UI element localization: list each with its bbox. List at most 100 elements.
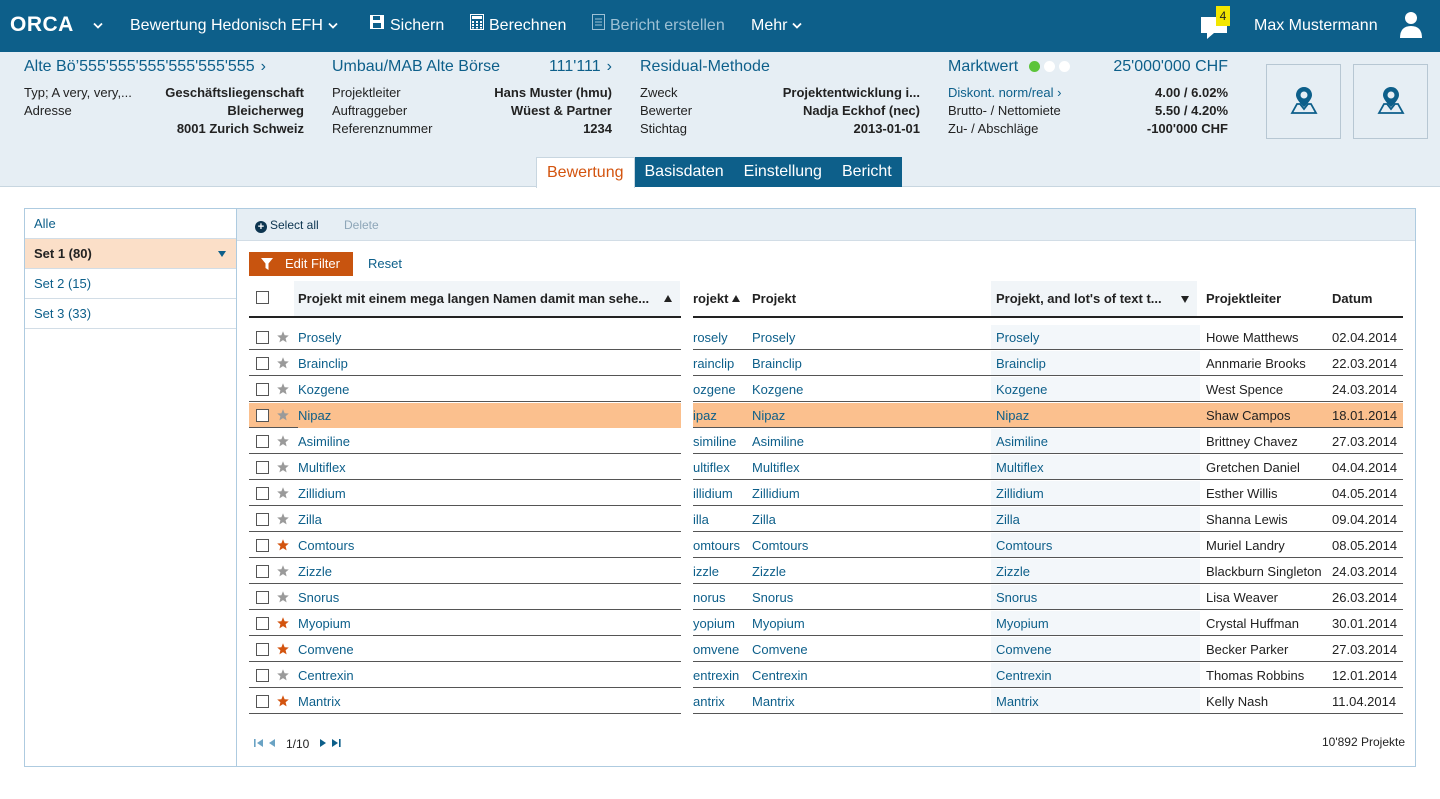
property-title-link[interactable]: Alte Bö’555'555'555'555'555'555 › <box>24 58 266 80</box>
table-row[interactable]: Multiflex ultiflex Multiflex Multiflex Gretc… <box>249 455 1403 481</box>
favorite-star-icon[interactable] <box>277 695 289 707</box>
project-text-cell[interactable]: Zillidium <box>991 481 1200 506</box>
column-header-project-partial[interactable]: rojekt <box>693 281 745 316</box>
tab-einstellung[interactable]: Einstellung <box>733 157 832 187</box>
project-long-cell[interactable]: Comvene <box>298 637 681 662</box>
project-partial-cell[interactable]: yopium <box>693 611 752 636</box>
last-page-icon[interactable] <box>331 737 341 751</box>
row-checkbox[interactable] <box>256 643 269 656</box>
favorite-star-icon[interactable] <box>277 487 289 499</box>
save-button[interactable]: Sichern <box>369 0 444 52</box>
favorite-star-icon[interactable] <box>277 357 289 369</box>
tab-bewertung[interactable]: Bewertung <box>536 157 635 188</box>
row-checkbox[interactable] <box>256 591 269 604</box>
column-header-project-long[interactable]: Projekt mit einem mega langen Namen dami… <box>294 281 680 316</box>
project-partial-cell[interactable]: ultiflex <box>693 455 752 480</box>
project-long-cell[interactable]: Zillidium <box>298 481 681 506</box>
column-header-project-text[interactable]: Projekt, and lot's of text t... <box>991 281 1197 316</box>
favorite-star-icon[interactable] <box>277 565 289 577</box>
next-page-icon[interactable] <box>319 737 327 751</box>
user-name[interactable]: Max Mustermann <box>1254 0 1378 52</box>
project-long-cell[interactable]: Myopium <box>298 611 681 636</box>
project-cell[interactable]: Centrexin <box>752 663 991 688</box>
app-logo[interactable]: ORCA <box>10 13 74 37</box>
table-row[interactable]: Prosely rosely Prosely Prosely Howe Matthews… <box>249 325 1403 351</box>
favorite-star-icon[interactable] <box>277 383 289 395</box>
table-row[interactable]: Nipaz ipaz Nipaz Nipaz Shaw Campos 18.01.2014 <box>249 403 1403 429</box>
sidebar-item-set-1[interactable]: Set 1 (80) <box>25 239 236 269</box>
table-row[interactable]: Mantrix antrix Mantrix Mantrix Kelly Nash 11.… <box>249 689 1403 715</box>
project-long-cell[interactable]: Mantrix <box>298 689 681 714</box>
project-text-cell[interactable]: Comtours <box>991 533 1200 558</box>
project-cell[interactable]: Kozgene <box>752 377 991 402</box>
project-text-cell[interactable]: Prosely <box>991 325 1200 350</box>
project-cell[interactable]: Zillidium <box>752 481 991 506</box>
project-text-cell[interactable]: Zizzle <box>991 559 1200 584</box>
row-checkbox[interactable] <box>256 565 269 578</box>
project-cell[interactable]: Comvene <box>752 637 991 662</box>
project-partial-cell[interactable]: omvene <box>693 637 752 662</box>
project-long-cell[interactable]: Kozgene <box>298 377 681 402</box>
row-checkbox[interactable] <box>256 357 269 370</box>
project-partial-cell[interactable]: omtours <box>693 533 752 558</box>
favorite-star-icon[interactable] <box>277 461 289 473</box>
create-report-button[interactable]: Bericht erstellen <box>592 0 725 52</box>
row-checkbox[interactable] <box>256 461 269 474</box>
project-cell[interactable]: Zilla <box>752 507 991 532</box>
sidebar-item-set-2[interactable]: Set 2 (15) <box>25 269 236 299</box>
map-location-button[interactable] <box>1353 64 1428 139</box>
favorite-star-icon[interactable] <box>277 591 289 603</box>
table-row[interactable]: Zillidium illidium Zillidium Zillidium Esthe… <box>249 481 1403 507</box>
project-text-cell[interactable]: Mantrix <box>991 689 1200 714</box>
row-checkbox[interactable] <box>256 409 269 422</box>
row-checkbox[interactable] <box>256 669 269 682</box>
project-text-cell[interactable]: Brainclip <box>991 351 1200 376</box>
sidebar-item-set-3[interactable]: Set 3 (33) <box>25 299 236 329</box>
project-text-cell[interactable]: Asimiline <box>991 429 1200 454</box>
project-partial-cell[interactable]: illidium <box>693 481 752 506</box>
first-page-icon[interactable] <box>254 737 264 751</box>
delete-button[interactable]: Delete <box>344 209 379 241</box>
column-header-lead[interactable]: Projektleiter <box>1206 281 1326 316</box>
calculate-button[interactable]: Berechnen <box>470 0 566 52</box>
table-row[interactable]: Snorus norus Snorus Snorus Lisa Weaver 26.03.… <box>249 585 1403 611</box>
market-value-title[interactable]: Marktwert <box>948 58 1070 80</box>
row-checkbox[interactable] <box>256 435 269 448</box>
table-row[interactable]: Comvene omvene Comvene Comvene Becker Parker… <box>249 637 1403 663</box>
chevron-down-icon[interactable] <box>93 18 103 33</box>
table-row[interactable]: Kozgene ozgene Kozgene Kozgene West Spence 24… <box>249 377 1403 403</box>
table-row[interactable]: Comtours omtours Comtours Comtours Muriel La… <box>249 533 1403 559</box>
user-icon[interactable] <box>1399 11 1423 39</box>
project-long-cell[interactable]: Prosely <box>298 325 681 350</box>
project-long-cell[interactable]: Snorus <box>298 585 681 610</box>
tab-basisdaten[interactable]: Basisdaten <box>634 157 734 187</box>
project-cell[interactable]: Brainclip <box>752 351 991 376</box>
favorite-star-icon[interactable] <box>277 539 289 551</box>
previous-page-icon[interactable] <box>268 737 276 751</box>
project-text-cell[interactable]: Nipaz <box>991 403 1200 428</box>
reset-filter-link[interactable]: Reset <box>368 252 402 276</box>
table-row[interactable]: Asimiline similine Asimiline Asimiline Britt… <box>249 429 1403 455</box>
table-row[interactable]: Centrexin entrexin Centrexin Centrexin Thoma… <box>249 663 1403 689</box>
discount-rate-link[interactable]: Diskont. norm/real › <box>948 84 1061 102</box>
project-partial-cell[interactable]: illa <box>693 507 752 532</box>
method-title[interactable]: Residual-Methode <box>640 58 770 80</box>
favorite-star-icon[interactable] <box>277 669 289 681</box>
project-partial-cell[interactable]: izzle <box>693 559 752 584</box>
project-text-cell[interactable]: Multiflex <box>991 455 1200 480</box>
project-text-cell[interactable]: Snorus <box>991 585 1200 610</box>
project-long-cell[interactable]: Zilla <box>298 507 681 532</box>
row-checkbox[interactable] <box>256 487 269 500</box>
row-checkbox[interactable] <box>256 513 269 526</box>
project-cell[interactable]: Mantrix <box>752 689 991 714</box>
table-row[interactable]: Brainclip rainclip Brainclip Brainclip Annma… <box>249 351 1403 377</box>
table-row[interactable]: Zilla illa Zilla Zilla Shanna Lewis 09.04.201… <box>249 507 1403 533</box>
column-header-date[interactable]: Datum <box>1332 281 1400 316</box>
column-header-project[interactable]: Projekt <box>752 281 992 316</box>
project-long-cell[interactable]: Nipaz <box>298 403 681 428</box>
select-all-button[interactable]: + Select all <box>255 209 319 241</box>
project-cell[interactable]: Snorus <box>752 585 991 610</box>
map-location-button[interactable] <box>1266 64 1341 139</box>
project-partial-cell[interactable]: rainclip <box>693 351 752 376</box>
row-checkbox[interactable] <box>256 617 269 630</box>
